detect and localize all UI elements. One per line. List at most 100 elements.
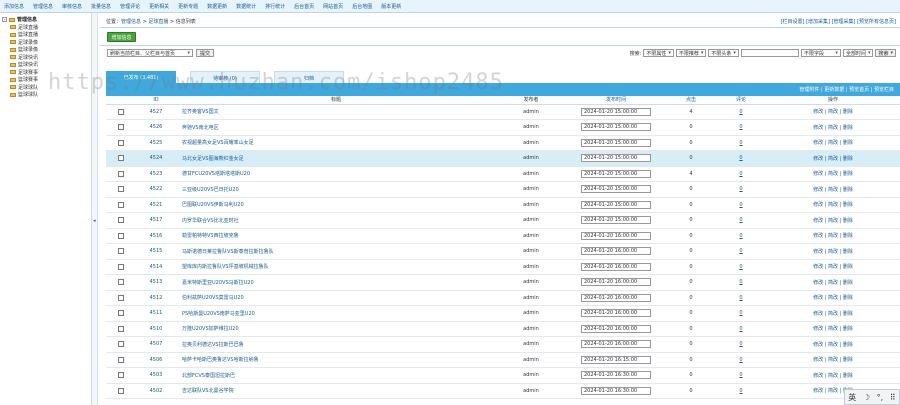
sidebar-splitter[interactable]: ◂ [92,13,98,405]
row-title-link[interactable]: 拉齐奥客VS国文 [176,104,496,120]
tree-item[interactable]: 足球录像 [2,39,89,47]
row-comments-link[interactable]: 0 [739,155,742,161]
row-actions[interactable]: 修改 | 简改 | 删除 [766,181,900,198]
row-actions[interactable]: 修改 | 简改 | 删除 [766,274,900,291]
row-title-link[interactable]: 奔驰VS南北电区 [176,119,496,136]
row-checkbox[interactable] [118,139,124,146]
nav-item[interactable]: 管理信息 [33,3,53,10]
row-actions[interactable]: 修改 | 简改 | 删除 [766,290,900,306]
nav-item[interactable]: 后台首页 [294,3,314,10]
search-button[interactable]: 搜索 [875,49,896,57]
row-title-link[interactable]: 万隆U20VS加萨维拉U20 [176,321,496,337]
nav-item[interactable]: 更新专题 [178,3,198,10]
row-actions[interactable]: 修改 | 简改 | 删除 [766,336,900,353]
add-info-button[interactable]: 增加信息 [107,32,136,42]
row-time-input[interactable]: 2024-01-20 16:00:00 [581,309,651,318]
grid-icon[interactable]: ⠿ [890,393,896,402]
row-checkbox[interactable] [118,279,124,285]
header-clicks[interactable]: 点击 [666,96,716,105]
row-title-link[interactable]: 内罗华联合VS比北亚时社 [176,212,496,229]
row-time-input[interactable]: 2024-01-20 15:00:00 [581,200,651,209]
row-comments-link[interactable]: 0 [739,109,742,115]
collapse-arrow-icon[interactable]: ◂ [93,218,96,224]
row-title-link[interactable]: 望库库内斯拉鲁队VS坪基坡机械拉鲁队 [176,259,496,275]
row-checkbox[interactable] [118,294,124,301]
tree-item[interactable]: 篮球直播 [2,31,89,39]
row-time-input[interactable]: 2024-01-20 16:30:00 [581,371,651,380]
nav-item[interactable]: 数据更新 [207,3,227,10]
nav-item[interactable]: 数据统计 [236,3,256,10]
row-time-input[interactable]: 2024-01-20 16:00:00 [581,324,651,333]
row-title-link[interactable]: 三亚级U20VS巴日托U20 [176,181,496,198]
row-title-link[interactable]: 德甘FCU20VS塔斯塔塔斯U20 [176,166,496,182]
row-actions[interactable]: 修改 | 简改 | 删除 [766,135,900,151]
row-time-input[interactable]: 2024-01-20 16:30:00 [581,386,651,395]
filter-time-select[interactable]: 全部时间 [842,49,874,57]
row-time-input[interactable]: 2024-01-20 16:00:00 [581,278,651,287]
row-actions[interactable]: 修改 | 简改 | 删除 [766,119,900,136]
nav-item[interactable]: 批量信息 [91,3,111,10]
row-actions[interactable]: 修改 | 简改 | 删除 [766,305,900,322]
breadcrumb-category[interactable]: 足球直播 [148,19,168,25]
tree-item[interactable]: 足球赛事 [2,69,89,77]
row-actions[interactable]: 修改 | 简改 | 删除 [766,259,900,275]
header-comments[interactable]: 评论 [716,96,766,105]
filter-field-select[interactable]: 不限字段 [800,49,841,57]
breadcrumb-home[interactable]: 管理信息 [121,19,141,25]
header-id[interactable]: ID [136,96,176,105]
row-time-input[interactable]: 2024-01-20 15:00:00 [581,216,651,225]
row-comments-link[interactable]: 0 [739,233,742,239]
punctuation-icon[interactable]: °, [877,393,884,402]
row-checkbox[interactable] [118,232,124,239]
filter-attribute-select[interactable]: 不限属性 [643,49,674,57]
row-time-input[interactable]: 2024-01-20 15:00:00 [581,169,651,178]
row-actions[interactable]: 修改 | 简改 | 删除 [766,321,900,337]
row-title-link[interactable]: 马斯诺德日莱拉鲁队VS斯泰普拉斯拉鲁队 [176,243,496,260]
row-title-link[interactable]: 北部FCVS泰国坦拉斯巴 [176,367,496,384]
row-comments-link[interactable]: 0 [739,248,742,254]
row-checkbox[interactable] [118,124,124,130]
row-checkbox[interactable] [118,170,124,177]
row-comments-link[interactable]: 0 [739,357,742,363]
row-comments-link[interactable]: 0 [739,326,742,332]
row-title-link[interactable]: 嘉米特斯里亚U20VS马斯拉U20 [176,274,496,291]
row-title-link[interactable]: 吉达联队VS北曼谷学院 [176,383,496,399]
column-links[interactable]: [栏目设置] [增加采集] [管理采集] [预览所有信息页] [781,18,896,25]
nav-item[interactable]: 后台地图 [352,3,372,10]
row-actions[interactable]: 修改 | 简改 | 删除 [766,166,900,182]
row-actions[interactable]: 修改 | 简改 | 删除 [766,197,900,213]
row-comments-link[interactable]: 0 [739,202,742,208]
row-title-link[interactable]: 巴图联U20VS伊斯马利U20 [176,197,496,213]
row-title-link[interactable]: 农视超量高女足VS百耀率山女足 [176,135,496,151]
row-comments-link[interactable]: 0 [739,124,742,130]
row-title-link[interactable]: 拉奥贝利德达VS拉斯巴巴鲁 [176,336,496,353]
ime-toolbar[interactable]: 英 ☽ °, ⠿ [844,389,900,405]
row-comments-link[interactable]: 0 [739,388,742,394]
tree-item[interactable]: 篮球赛事 [2,76,89,84]
filter-headline-select[interactable]: 不限头条 [708,49,739,57]
row-comments-link[interactable]: 0 [739,279,742,285]
row-comments-link[interactable]: 0 [739,310,742,316]
submit-refresh-button[interactable]: 提交 [196,49,214,57]
header-time[interactable]: 发布时间 [566,96,666,105]
nav-item[interactable]: 管理评论 [120,3,140,10]
row-checkbox[interactable] [118,325,124,332]
row-actions[interactable]: 修改 | 简改 | 删除 [766,367,900,384]
row-title-link[interactable]: 伯利兹萨U20VS莫雷马U20 [176,290,496,306]
row-checkbox[interactable] [118,387,124,394]
row-actions[interactable]: 修改 | 简改 | 删除 [766,150,900,167]
row-title-link[interactable]: 哈萨卡哈斯巴奥鲁达VS哈斯拉纳鲁 [176,352,496,368]
filter-recommend-select[interactable]: 不限推荐 [675,49,707,57]
row-checkbox[interactable] [118,263,124,270]
row-checkbox[interactable] [118,372,124,378]
nav-item[interactable]: 更新相关 [149,3,169,10]
row-checkbox[interactable] [118,108,124,115]
row-comments-link[interactable]: 0 [739,264,742,270]
tree-item[interactable]: 篮球球队 [2,91,89,99]
row-actions[interactable]: 修改 | 简改 | 删除 [766,104,900,120]
tree-item[interactable]: 足球直播 [2,24,89,32]
row-time-input[interactable]: 2024-01-20 15:00:00 [581,107,651,116]
tree-item[interactable]: 足球球队 [2,84,89,92]
nav-item[interactable]: 审核信息 [62,3,82,10]
row-checkbox[interactable] [118,201,124,208]
